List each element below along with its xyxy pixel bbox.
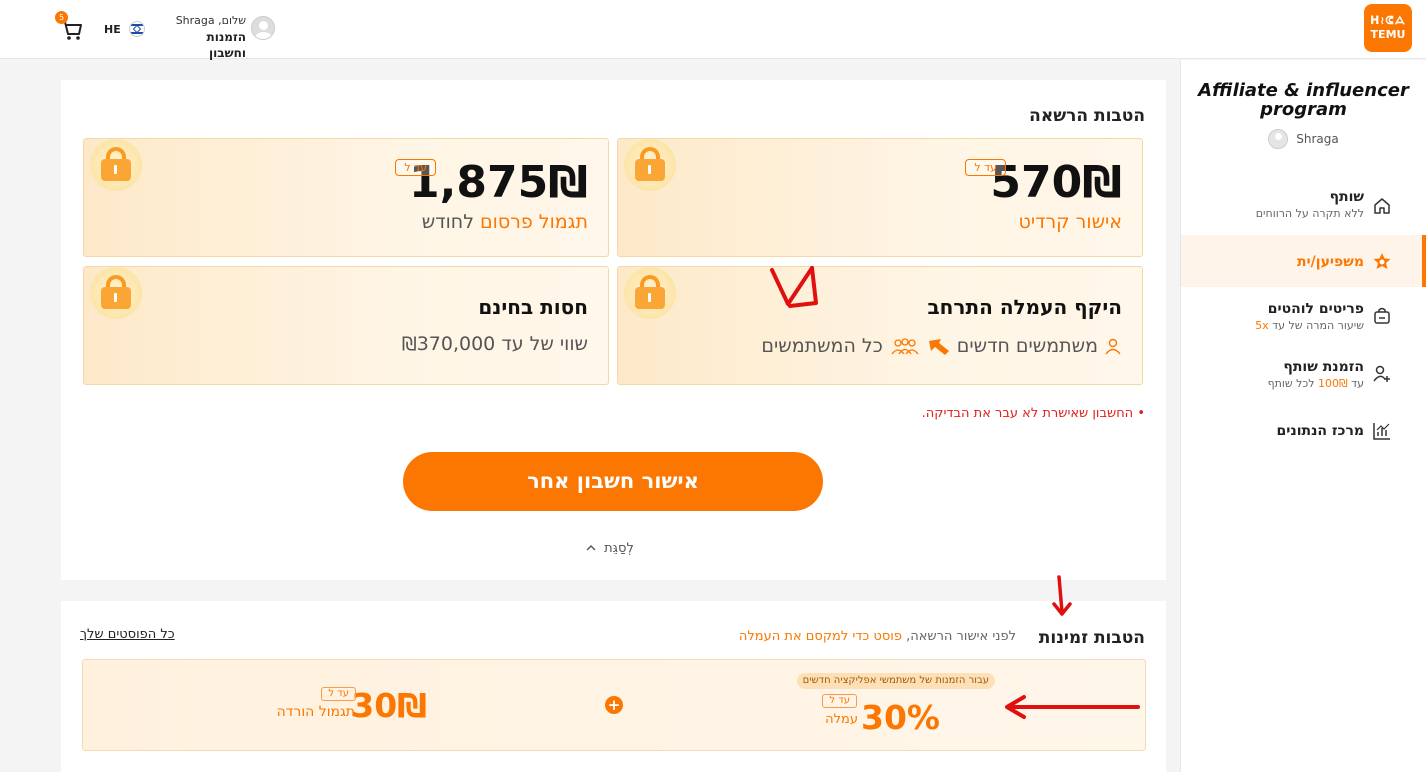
section-subtitle: לפני אישור הרשאה, פוסט כדי למקסם את העמל… [738,629,1016,644]
chevron-up-icon [586,545,596,551]
ad-reward-label: תגמול פרסום לחודש [421,211,588,233]
sidebar-item-invite-partner[interactable]: הזמנת שותף עד 100₪ לכל שותף [1200,358,1426,392]
credit-amount: 570₪ [990,157,1122,208]
sidebar-item-label: פריטים לוהטים [1267,301,1364,317]
benefit-offer-card: עבור הזמנות של משתמשי אפליקציה חדשים 30%… [82,659,1146,751]
add-user-icon [1373,365,1390,382]
sidebar-item-label: הזמנת שותף [1283,359,1364,375]
program-title: Affiliate & influencer program [1198,80,1409,120]
lock-icon [90,267,142,319]
sidebar-item-label: שותף [1329,189,1364,205]
sidebar-user: Shraga [1181,129,1426,149]
account-menu[interactable]: שלום, Shraga הזמנות וחשבון [166,13,246,61]
sidebar-item-label: משפיען/ית [1296,254,1364,270]
chart-icon [1373,423,1390,440]
sidebar-item-sub: שיעור המרה של עד 5x [1255,319,1364,332]
sidebar-item-sub: ללא תקרה על הרווחים [1255,207,1364,220]
credit-label: אישור קרדיט [1018,211,1123,233]
language-code: HE [104,22,121,36]
sidebar-item-hot-items[interactable]: פריטים לוהטים שיעור המרה של עד 5x [1200,300,1426,334]
commission-heading: היקף העמלה התרחב [927,295,1122,319]
temu-logo[interactable]: ᕼ≀ᕳᗋ TEMU [1364,4,1412,52]
available-benefits-panel: הטבות זמינות לפני אישור הרשאה, פוסט כדי … [61,601,1166,772]
logo-text: TEMU [1370,28,1406,41]
orders-account-link: הזמנות וחשבון [206,30,247,60]
download-reward-label: תגמול הורדה [276,704,355,720]
sidebar-item-influencer[interactable]: משפיען/ית [1200,253,1426,271]
sidebar: Affiliate & influencer program Shraga שו… [1180,60,1426,772]
commission-label: עמלה [825,712,858,727]
new-app-users-pill: עבור הזמנות של משתמשי אפליקציה חדשים [796,673,995,689]
plus-icon: + [605,696,623,714]
user-avatar[interactable] [251,16,275,40]
sponsorship-heading: חסות בחינם [478,295,588,319]
israel-flag-icon [128,21,145,37]
users-group-icon [891,338,919,355]
collapse-toggle[interactable]: לְסַגֵּת [586,541,634,556]
bag-icon [1374,307,1390,324]
commission-users-row: משתמשים חדשים כל המשתמשים [761,335,1122,357]
expand-arrow-icon [928,339,949,355]
up-to-tag: עד ל [965,159,1006,176]
download-reward-amount: 30₪ [351,686,427,725]
sidebar-username: Shraga [1296,132,1339,146]
collapse-label: לְסַגֵּת [604,541,634,556]
language-selector[interactable]: HE [104,21,145,37]
verification-warning: • החשבון שאישרת לא עבר את הבדיקה. [921,406,1145,421]
sponsorship-value: שווי של עד ₪370,000 [401,333,588,355]
approve-other-account-button[interactable]: אישור חשבון אחר [403,452,823,511]
credit-approval-card: 570₪ עד ל אישור קרדיט [617,138,1143,257]
sidebar-item-label: מרכז הנתונים [1276,423,1364,439]
logo-glyphs: ᕼ≀ᕳᗋ [1370,14,1406,27]
home-icon [1374,198,1390,214]
up-to-tag: עד ל [321,687,356,701]
free-sponsorship-card: חסות בחינם שווי של עד ₪370,000 [83,266,609,385]
all-posts-link[interactable]: כל הפוסטים שלך [80,627,175,642]
new-users-label: משתמשים חדשים [956,335,1098,357]
top-bar: ᕼ≀ᕳᗋ TEMU 5 HE שלום, Shraga הזמנות וחשבו… [0,0,1426,61]
sidebar-avatar [1268,129,1289,149]
cart-button[interactable]: 5 [55,11,84,42]
user-icon [1105,338,1121,355]
section-title: הטבות זמינות [1038,628,1145,648]
commission-percent: 30% [861,698,940,737]
ad-reward-card: 1,875₪ עד ל תגמול פרסום לחודש [83,138,609,257]
sidebar-item-data-center[interactable]: מרכז הנתונים [1200,422,1426,440]
lock-icon [624,139,676,191]
commission-scope-card: היקף העמלה התרחב משתמשים חדשים כל המשתמש… [617,266,1143,385]
section-title: הטבות הרשאה [1029,106,1145,126]
all-users-label: כל המשתמשים [761,335,883,357]
sidebar-item-affiliate[interactable]: שותף ללא תקרה על הרווחים [1200,188,1426,222]
cart-count-badge: 5 [55,11,68,24]
lock-icon [624,267,676,319]
registration-benefits-panel: הטבות הרשאה 570₪ עד ל אישור קרדיט 1,875₪… [61,80,1166,580]
up-to-tag: עד ל [822,694,857,708]
influencer-star-icon [1373,253,1391,269]
lock-icon [90,139,142,191]
up-to-tag: עד ל [395,159,436,176]
sidebar-item-sub: עד 100₪ לכל שותף [1267,377,1364,390]
greeting-text: שלום, Shraga [175,14,246,27]
